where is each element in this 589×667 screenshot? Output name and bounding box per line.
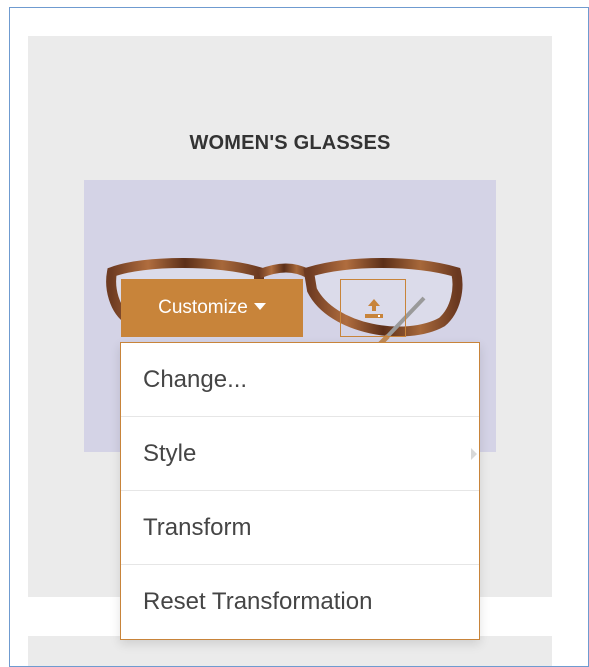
card-title: WOMEN'S GLASSES bbox=[189, 132, 391, 154]
next-product-card bbox=[28, 636, 552, 666]
menu-item-label: Change... bbox=[143, 366, 248, 393]
customize-dropdown-menu: Change... Style Transform Reset Transfor… bbox=[120, 342, 480, 640]
upload-button[interactable] bbox=[340, 279, 406, 337]
bridge bbox=[257, 263, 312, 279]
menu-item-change[interactable]: Change... bbox=[121, 343, 479, 417]
menu-item-reset-transformation[interactable]: Reset Transformation bbox=[121, 565, 479, 639]
customize-label: Customize bbox=[158, 297, 248, 318]
menu-item-transform[interactable]: Transform bbox=[121, 491, 479, 565]
upload-icon bbox=[365, 299, 383, 318]
menu-item-label: Transform bbox=[143, 514, 252, 541]
customize-button[interactable]: Customize bbox=[121, 279, 303, 337]
chevron-right-icon bbox=[471, 448, 477, 460]
menu-item-label: Style bbox=[143, 440, 197, 467]
caret-down-icon bbox=[253, 303, 266, 311]
menu-item-style[interactable]: Style bbox=[121, 417, 479, 491]
menu-item-label: Reset Transformation bbox=[143, 588, 373, 615]
